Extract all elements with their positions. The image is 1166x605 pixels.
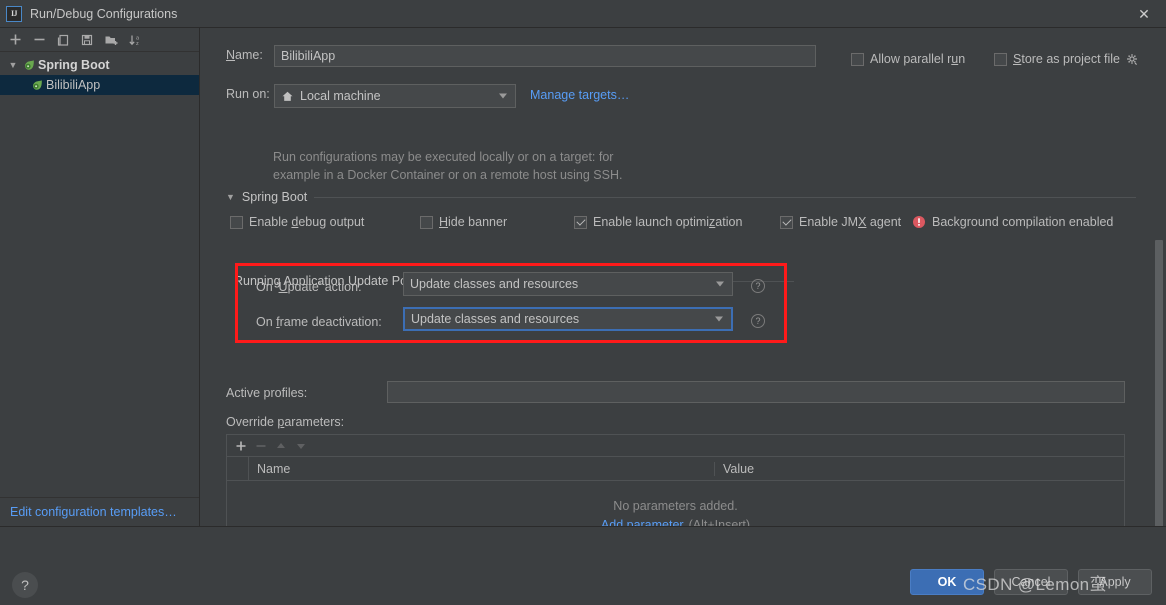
gear-icon[interactable] xyxy=(1126,53,1139,66)
enable-debug-output-checkbox[interactable]: Enable debug output xyxy=(230,215,364,229)
manage-targets-link[interactable]: Manage targets… xyxy=(530,88,629,102)
svg-text:z: z xyxy=(136,41,139,47)
on-frame-deactivation-dropdown[interactable]: Update classes and resources xyxy=(403,307,733,331)
column-header-value[interactable]: Value xyxy=(715,462,1124,476)
parameters-table-empty-state: No parameters added. Add parameter (Alt+… xyxy=(227,481,1124,527)
allow-parallel-run-checkbox[interactable]: Allow parallel run xyxy=(851,52,965,66)
tree-item-label: BilibiliApp xyxy=(46,78,101,92)
run-on-hint-line-2: example in a Docker Container or on a re… xyxy=(273,168,623,182)
table-row-gutter xyxy=(227,457,249,480)
spring-boot-section-title: Spring Boot xyxy=(241,190,308,204)
on-update-action-dropdown[interactable]: Update classes and resources xyxy=(403,272,733,296)
window-title: Run/Debug Configurations xyxy=(30,6,178,21)
home-icon xyxy=(281,90,294,103)
copy-configuration-button[interactable] xyxy=(52,30,74,50)
add-configuration-button[interactable] xyxy=(4,30,26,50)
sidebar-item-bilibiliapp[interactable]: BilibiliApp xyxy=(0,75,199,95)
store-as-project-file-checkbox[interactable]: Store as project file xyxy=(994,52,1139,66)
add-parameter-link[interactable]: Add parameter xyxy=(601,518,684,527)
sort-configurations-button[interactable]: a z xyxy=(124,30,146,50)
hide-banner-checkbox[interactable]: Hide banner xyxy=(420,215,507,229)
active-profiles-input[interactable] xyxy=(387,381,1125,403)
chevron-down-icon[interactable]: ▼ xyxy=(6,60,20,70)
move-down-button xyxy=(295,440,307,452)
enable-jmx-agent-checkbox[interactable]: Enable JMX agent xyxy=(780,215,901,229)
chevron-down-icon xyxy=(716,281,724,287)
name-label: Name: xyxy=(226,48,263,62)
checkbox-box xyxy=(994,52,1007,66)
run-on-dropdown[interactable]: Local machine xyxy=(274,84,516,108)
on-frame-deactivation-help-icon[interactable]: ? xyxy=(751,314,765,328)
close-icon[interactable]: ✕ xyxy=(1122,0,1166,27)
add-parameter-shortcut: (Alt+Insert) xyxy=(688,517,751,527)
on-update-action-value: Update classes and resources xyxy=(410,277,579,291)
add-parameter-button[interactable] xyxy=(235,440,247,452)
background-compilation-warning-text: Background compilation enabled xyxy=(932,215,1114,229)
spring-boot-icon xyxy=(28,78,46,92)
save-configuration-button[interactable] xyxy=(76,30,98,50)
chevron-down-icon xyxy=(499,93,507,99)
triangle-down-icon[interactable]: ▼ xyxy=(226,192,235,202)
remove-configuration-button[interactable] xyxy=(28,30,50,50)
run-on-label: Run on: xyxy=(226,87,270,101)
help-button[interactable]: ? xyxy=(12,572,38,598)
error-circle-icon xyxy=(912,215,926,229)
enable-launch-optimization-label: Enable launch optimization xyxy=(593,215,743,229)
configuration-editor-panel: Name: BilibiliApp Allow parallel run Sto… xyxy=(200,28,1166,526)
enable-launch-optimization-checkbox[interactable]: Enable launch optimization xyxy=(574,215,742,229)
title-bar: IJ Run/Debug Configurations ✕ xyxy=(0,0,1166,28)
configurations-tree: ▼ Spring Boot BilibiliApp xyxy=(0,52,199,95)
allow-parallel-run-label: Allow parallel run xyxy=(870,52,966,66)
run-on-value: Local machine xyxy=(300,89,381,103)
section-divider xyxy=(314,196,1136,198)
on-frame-deactivation-label: On frame deactivation: xyxy=(256,315,382,329)
spring-boot-icon xyxy=(20,58,38,72)
move-up-button xyxy=(275,440,287,452)
active-profiles-label: Active profiles: xyxy=(226,386,308,400)
checkbox-box xyxy=(574,215,587,229)
column-header-name[interactable]: Name xyxy=(249,461,715,476)
parameters-table-toolbar xyxy=(227,435,1124,457)
on-update-action-help-icon[interactable]: ? xyxy=(751,279,765,293)
on-frame-deactivation-value: Update classes and resources xyxy=(411,312,580,326)
name-input[interactable]: BilibiliApp xyxy=(274,45,816,67)
checkbox-box xyxy=(780,215,793,229)
background-compilation-warning: Background compilation enabled xyxy=(912,215,1113,229)
spring-boot-section-header[interactable]: ▼ Spring Boot xyxy=(226,190,1136,204)
vertical-scrollbar[interactable] xyxy=(1155,240,1163,526)
hide-banner-label: Hide banner xyxy=(439,215,508,229)
remove-parameter-button xyxy=(255,440,267,452)
override-parameters-table: Name Value No parameters added. Add para… xyxy=(226,434,1125,526)
run-on-hint-line-1: Run configurations may be executed local… xyxy=(273,150,614,164)
store-as-project-file-label: Store as project file xyxy=(1013,52,1121,66)
enable-jmx-agent-label: Enable JMX agent xyxy=(799,215,902,229)
new-folder-button[interactable] xyxy=(100,30,122,50)
parameters-table-header: Name Value xyxy=(227,457,1124,481)
on-update-action-label: On 'Update' action: xyxy=(256,280,362,294)
chevron-down-icon xyxy=(715,316,723,322)
sidebar-toolbar: a z xyxy=(0,28,199,52)
override-parameters-label: Override parameters: xyxy=(226,415,345,429)
intellij-logo-icon: IJ xyxy=(6,5,22,22)
configurations-sidebar: a z ▼ Spring Boot BilibiliApp Edit confi… xyxy=(0,28,200,526)
checkbox-box xyxy=(851,52,864,66)
tree-group-label: Spring Boot xyxy=(38,58,110,72)
edit-configuration-templates-link[interactable]: Edit configuration templates… xyxy=(0,497,199,526)
watermark: CSDN @Lemon蛮 xyxy=(963,575,1107,594)
enable-debug-output-label: Enable debug output xyxy=(249,215,365,229)
checkbox-box xyxy=(420,215,433,229)
empty-state-text: No parameters added. xyxy=(613,498,738,513)
tree-group-spring-boot[interactable]: ▼ Spring Boot xyxy=(0,55,199,75)
checkbox-box xyxy=(230,215,243,229)
